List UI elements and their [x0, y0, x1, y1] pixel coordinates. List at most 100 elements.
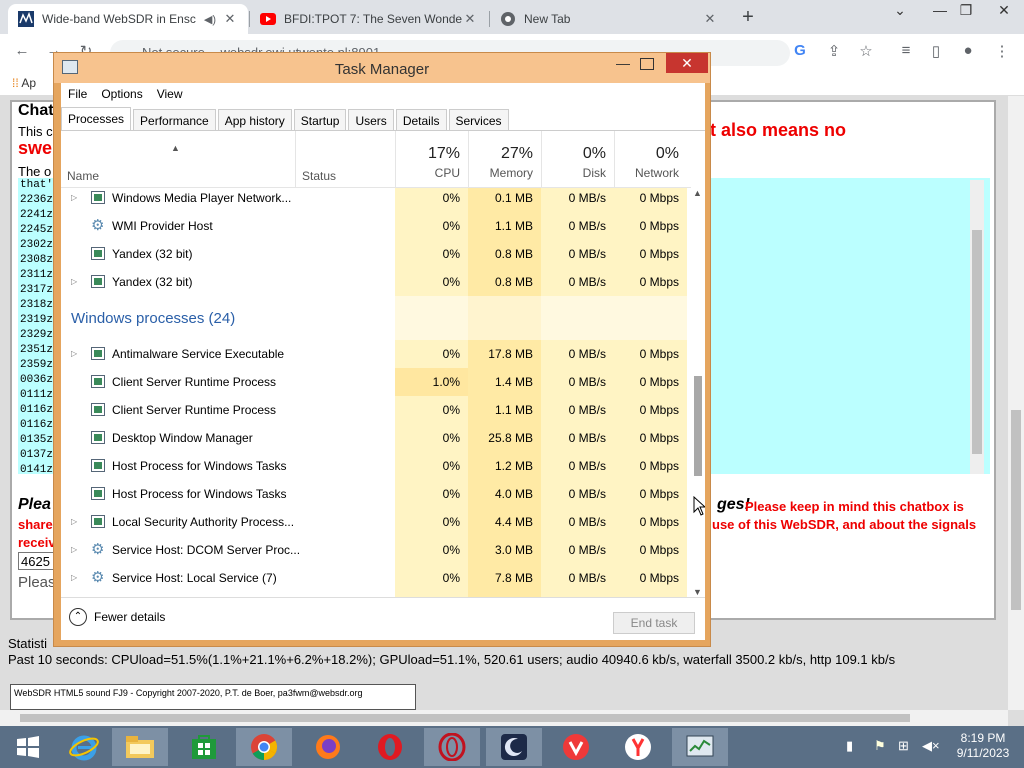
tab-app-history[interactable]: App history	[217, 109, 292, 131]
process-row[interactable]: ▷ Windows Media Player Network... 0% 0.1 MB…	[61, 188, 691, 212]
process-row[interactable]: Yandex (32 bit) 0% 0.8 MB 0 MB/s 0 Mbps	[61, 240, 691, 268]
process-disk: 0 MB/s	[541, 452, 614, 480]
process-row[interactable]: ▷ Service Host: DCOM Server Proc... 0%3.0 …	[61, 536, 691, 564]
end-task-button[interactable]: End task	[613, 612, 695, 634]
volume-muted-icon[interactable]: ◀×	[922, 738, 940, 754]
window-icon	[91, 191, 105, 204]
process-list[interactable]: ▷ Windows Media Player Network... 0% 0.1 MB…	[61, 188, 691, 597]
store-icon[interactable]	[176, 728, 232, 766]
menu-view[interactable]: View	[150, 83, 190, 105]
tab-performance[interactable]: Performance	[133, 109, 216, 131]
internet-explorer-icon[interactable]	[56, 728, 112, 766]
menu-options[interactable]: Options	[94, 83, 149, 105]
network-label: Network	[634, 166, 679, 180]
browser-tab-youtube[interactable]: BFDI:TPOT 7: The Seven Wonders ✕	[250, 4, 488, 34]
process-row[interactable]: WMI Provider Host 0%1.1 MB0 MB/s0 Mbps	[61, 212, 691, 240]
side-panel-icon[interactable]: ▯	[926, 42, 946, 62]
action-center-icon[interactable]: ⚑	[874, 738, 886, 754]
process-row[interactable]: ▷ Yandex (32 bit) 0% 0.8 MB 0 MB/s 0 Mbps	[61, 268, 691, 296]
process-list-scrollbar[interactable]: ▲ ▼	[691, 188, 705, 597]
clock[interactable]: 8:19 PM 9/11/2023	[950, 731, 1016, 761]
minimize-icon[interactable]: —	[616, 55, 630, 71]
process-name: Host Process for Windows Tasks	[112, 459, 287, 473]
tab-services[interactable]: Services	[448, 109, 509, 131]
scroll-thumb[interactable]	[694, 376, 702, 476]
expand-chevron-icon[interactable]: ▷	[71, 573, 77, 582]
process-row[interactable]: Client Server Runtime Process 1.0% 1.4 MB 0…	[61, 368, 691, 396]
chrome-taskbar-icon[interactable]	[236, 728, 292, 766]
close-tab-icon[interactable]: ✕	[462, 11, 478, 27]
disk-total: 0%	[582, 145, 606, 162]
bookmark-star-icon[interactable]: ☆	[856, 42, 876, 62]
apps-shortcut[interactable]: ⁞⁞ Ap	[12, 76, 36, 90]
fewer-details-button[interactable]: ⌃ Fewer details	[69, 608, 165, 626]
frequency-input[interactable]: 4625	[18, 552, 58, 570]
header-status[interactable]: Status	[295, 131, 395, 187]
expand-chevron-icon[interactable]: ▷	[71, 193, 77, 202]
close-tab-icon[interactable]: ✕	[702, 11, 718, 27]
new-tab-button[interactable]: +	[738, 6, 758, 29]
close-window-icon[interactable]: ✕	[984, 2, 1024, 19]
process-row[interactable]: Host Process for Windows Tasks 0% 1.2 MB 0 …	[61, 452, 691, 480]
cpu-total: 17%	[427, 145, 460, 162]
window-icon	[91, 275, 105, 288]
header-disk[interactable]: 0% Disk	[541, 131, 614, 187]
google-icon[interactable]: G	[790, 42, 810, 62]
header-name[interactable]: Name	[67, 169, 99, 183]
process-name: Yandex (32 bit)	[112, 247, 193, 261]
maximize-icon[interactable]	[640, 58, 654, 70]
browser-tab-websdr[interactable]: Wide-band WebSDR in Ensc ◀) ✕	[8, 4, 248, 34]
browser-tab-newtab[interactable]: New Tab ✕	[490, 4, 728, 34]
expand-chevron-icon[interactable]: ▷	[71, 545, 77, 554]
share-icon[interactable]: ⇪	[824, 42, 844, 62]
header-network[interactable]: 0% Network	[614, 131, 687, 187]
file-explorer-icon[interactable]	[112, 728, 168, 766]
process-row[interactable]: Desktop Window Manager 0% 25.8 MB 0 MB/s 0 M…	[61, 424, 691, 452]
restore-window-icon[interactable]: ❐	[946, 2, 986, 19]
opera-icon[interactable]	[362, 728, 418, 766]
process-row[interactable]: ▷ Antimalware Service Executable 0% 17.8 MB…	[61, 340, 691, 368]
process-name: Service Host: DCOM Server Proc...	[112, 543, 301, 557]
page-vertical-scrollbar[interactable]	[1008, 96, 1024, 710]
expand-chevron-icon[interactable]: ▷	[71, 277, 77, 286]
process-disk: 0 MB/s	[541, 240, 614, 268]
process-memory: 0.8 MB	[468, 240, 541, 268]
profile-icon[interactable]: ●	[958, 42, 978, 62]
header-cpu[interactable]: 17% CPU	[395, 131, 468, 187]
scroll-down-icon[interactable]: ▼	[693, 587, 702, 597]
network-icon[interactable]: ⊞	[898, 738, 909, 754]
night-app-icon[interactable]	[486, 728, 542, 766]
tab-users[interactable]: Users	[348, 109, 394, 131]
process-memory: 4.4 MB	[468, 508, 541, 536]
task-manager-titlebar[interactable]: Task Manager — ✕	[54, 53, 710, 83]
task-manager-icon[interactable]	[672, 728, 728, 766]
media-icon[interactable]: ≡	[896, 42, 916, 62]
back-icon[interactable]: ←	[12, 42, 32, 62]
firefox-icon[interactable]	[300, 728, 356, 766]
close-tab-icon[interactable]: ✕	[222, 11, 238, 27]
tab-details[interactable]: Details	[395, 109, 447, 131]
header-memory[interactable]: 27% Memory	[468, 131, 541, 187]
yandex-icon[interactable]	[610, 728, 666, 766]
expand-chevron-icon[interactable]: ▷	[71, 517, 77, 526]
vivaldi-icon[interactable]	[548, 728, 604, 766]
close-icon[interactable]: ✕	[666, 53, 708, 73]
chat-scrollbar[interactable]	[970, 180, 984, 474]
tab-search-icon[interactable]: ⌄	[880, 2, 920, 19]
start-icon[interactable]	[0, 728, 56, 766]
process-row[interactable]: ▷ Service Host: Local Service (7) 0%7.8 MB…	[61, 564, 691, 592]
opera-gx-icon[interactable]	[424, 728, 480, 766]
tab-processes[interactable]: Processes	[61, 107, 132, 131]
expand-chevron-icon[interactable]: ▷	[71, 349, 77, 358]
menu-icon[interactable]: ⋮	[992, 42, 1012, 62]
page-horizontal-scrollbar[interactable]	[0, 710, 1008, 726]
process-row[interactable]: Host Process for Windows Tasks 0% 4.0 MB 0 …	[61, 480, 691, 508]
tab-startup[interactable]: Startup	[293, 109, 347, 131]
process-row[interactable]: Client Server Runtime Process 0% 1.1 MB 0 M…	[61, 396, 691, 424]
speaker-icon[interactable]: ◀)	[204, 13, 216, 26]
process-row[interactable]: ▷ Local Security Authority Process... 0% 4.…	[61, 508, 691, 536]
chat-notice-2: use of this WebSDR, and about the signal…	[712, 517, 977, 532]
tray-overflow-icon[interactable]: ▮	[846, 738, 853, 754]
scroll-up-icon[interactable]: ▲	[693, 188, 702, 198]
menu-file[interactable]: File	[61, 83, 94, 105]
